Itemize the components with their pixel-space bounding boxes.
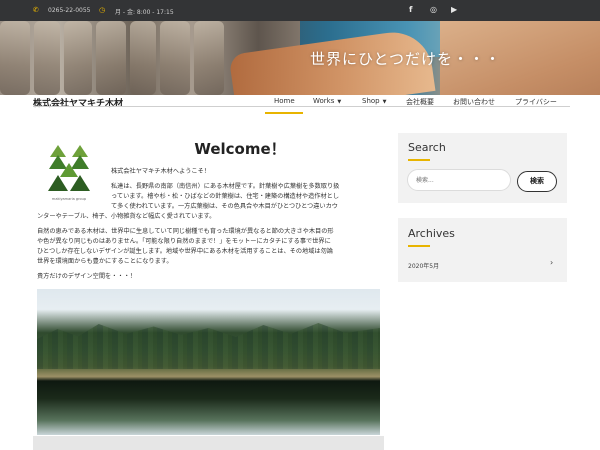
phone-number[interactable]: 0265-22-0055 <box>48 7 91 14</box>
site-title[interactable]: 株式会社ヤマキチ木材 <box>33 96 123 109</box>
search-input[interactable] <box>407 169 511 191</box>
caret-down-icon: ▼ <box>382 99 387 105</box>
business-hours: 月 - 金: 8:00 - 17:15 <box>115 9 174 16</box>
youtube-icon[interactable]: ▶ <box>451 5 457 14</box>
intro-paragraph-end: ンターやテーブル、椅子、小物雑貨など幅広く愛されています。 <box>37 213 216 220</box>
archives-widget-title: Archives <box>408 227 455 240</box>
top-bar: ✆ 0265-22-0055 ◷ 月 - 金: 8:00 - 17:15 f ◎… <box>0 0 600 21</box>
intro-paragraph: 私達は、長野県の南部（南信州）にある木材屋です。針葉樹や広葉樹を多数取り扱 って… <box>111 183 340 210</box>
title-underline <box>408 159 430 161</box>
lake-forest-photo <box>37 289 380 435</box>
intro-text: 株式会社ヤマキチ木材へようこそ！ <box>111 168 210 175</box>
nav-company[interactable]: 会社概要 <box>406 97 434 107</box>
facebook-icon[interactable]: f <box>409 5 412 14</box>
nav-home[interactable]: Home <box>274 97 295 105</box>
instagram-icon[interactable]: ◎ <box>430 5 437 14</box>
phone-icon: ✆ <box>33 6 39 14</box>
header-banner: 世界にひとつだけを・・・ <box>0 21 600 95</box>
photo-caption-bar <box>33 436 384 450</box>
banner-text: 世界にひとつだけを・・・ <box>310 50 501 68</box>
search-widget: Search <box>398 133 567 203</box>
nature-paragraph: 自然の恵みである木材は、世界中に生息していて同じ樹種でも育った環境が異なると節の… <box>37 228 334 265</box>
company-logo <box>48 145 90 191</box>
search-widget-title: Search <box>408 141 446 154</box>
nav-privacy[interactable]: プライバシー <box>515 97 557 107</box>
archive-item[interactable]: 2020年5月 <box>408 261 439 270</box>
nav-works[interactable]: Works ▼ <box>313 97 341 105</box>
clock-icon: ◷ <box>99 6 106 14</box>
chevron-right-icon[interactable]: › <box>550 258 553 267</box>
title-underline <box>408 245 430 247</box>
logo-caption: makiyamaria group <box>51 197 87 201</box>
nav-contact[interactable]: お問い合わせ <box>453 97 495 107</box>
tagline: 貴方だけのデザイン空間を・・・！ <box>37 273 136 280</box>
nav-active-indicator <box>265 112 303 114</box>
nav-shop[interactable]: Shop ▼ <box>362 97 386 105</box>
caret-down-icon: ▼ <box>337 99 342 105</box>
search-button[interactable]: 検索 <box>517 171 557 192</box>
archives-widget: Archives <box>398 218 567 282</box>
